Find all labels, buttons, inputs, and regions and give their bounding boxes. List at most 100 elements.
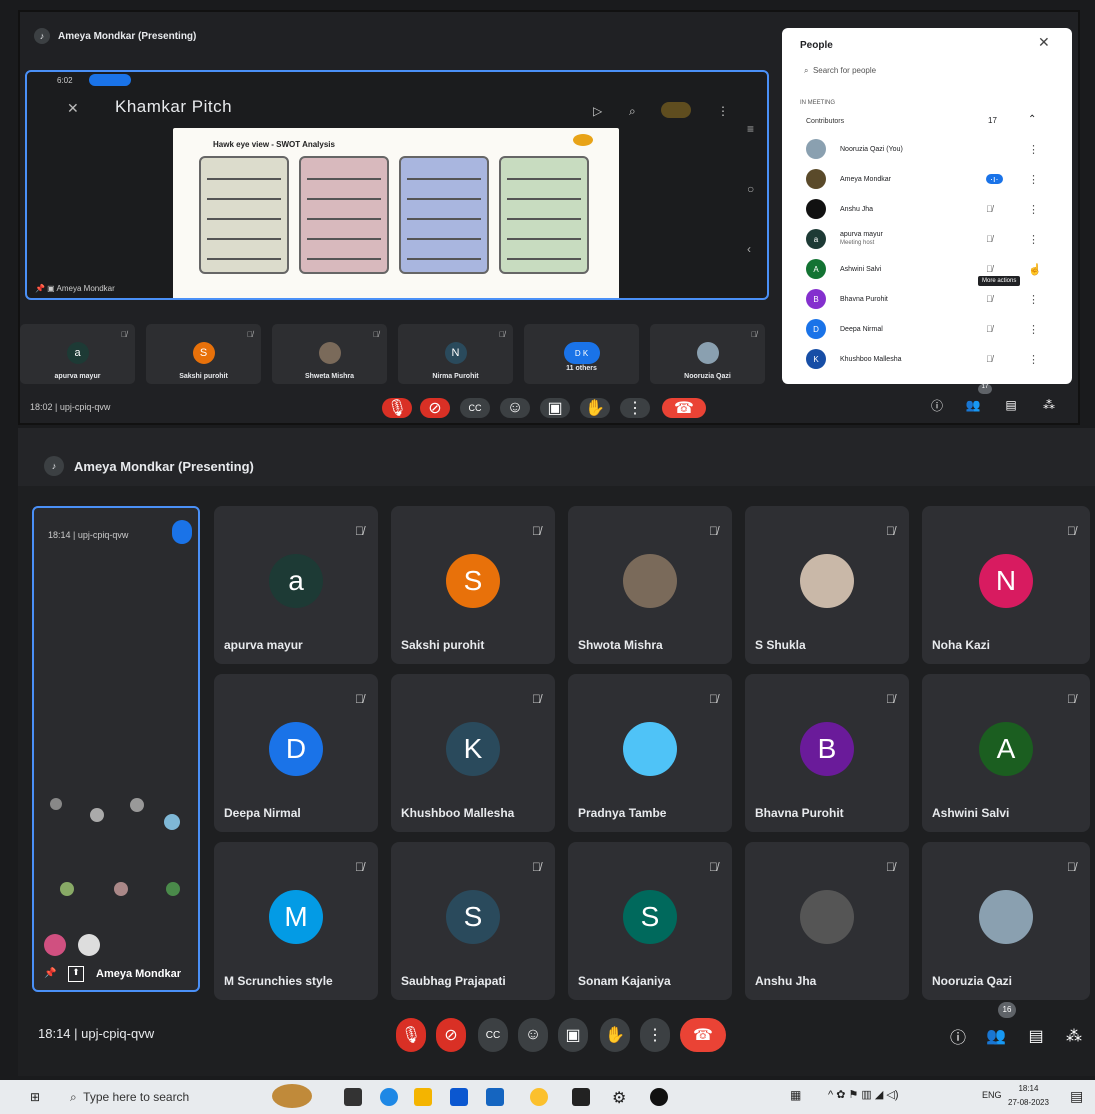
participant-tile[interactable]: 🎙̸ S Sonam Kajaniya: [568, 842, 732, 1000]
clock[interactable]: 18:14 27-08-2023: [1008, 1082, 1049, 1110]
participant-tile[interactable]: 🎙̸ S Shukla: [745, 506, 909, 664]
app-icon[interactable]: [650, 1088, 668, 1106]
chrome-icon[interactable]: [530, 1088, 548, 1106]
pin-icon[interactable]: 📌: [44, 968, 56, 979]
participant-tile[interactable]: 🎙̸ Nooruzia Qazi: [922, 842, 1090, 1000]
more-vert-icon[interactable]: ⋮: [1028, 353, 1039, 366]
emoji-button[interactable]: ☺: [500, 398, 530, 418]
participant-tile[interactable]: 🎙̸ Shwota Mishra: [568, 506, 732, 664]
edge-icon[interactable]: [380, 1088, 398, 1106]
mic-off-button[interactable]: 🎙: [396, 1018, 426, 1052]
people-icon[interactable]: 👥: [984, 1024, 1008, 1048]
others-tile[interactable]: D K 11 others: [524, 324, 639, 384]
present-button[interactable]: ▣: [558, 1018, 588, 1052]
people-row[interactable]: a apurva mayur Meeting host 🎙̸ ⋮: [806, 228, 1056, 250]
participant-tile[interactable]: 🎙̸ Anshu Jha: [745, 842, 909, 1000]
chat-icon[interactable]: ▤: [1024, 1024, 1048, 1048]
add-person-icon[interactable]: [661, 102, 691, 118]
menu-icon[interactable]: ≡: [747, 122, 754, 136]
people-row[interactable]: D Deepa Nirmal 🎙̸ ⋮: [806, 318, 1056, 340]
participant-tile[interactable]: 🎙̸ Shweta Mishra: [272, 324, 387, 384]
raise-hand-button[interactable]: ✋: [580, 398, 610, 418]
people-row[interactable]: Anshu Jha 🎙̸ ⋮: [806, 198, 1056, 220]
participant-name: Nooruzia Qazi: [932, 974, 1013, 988]
more-vert-icon[interactable]: ⋮: [1028, 173, 1039, 186]
present-button[interactable]: ▣: [540, 398, 570, 418]
people-icon[interactable]: 👥: [962, 394, 984, 416]
captions-button[interactable]: CC: [460, 398, 490, 418]
participant-tile[interactable]: 🎙̸ S Sakshi purohit: [391, 506, 555, 664]
search-icon[interactable]: ⌕: [629, 104, 636, 119]
camera-off-button[interactable]: ⊘: [436, 1018, 466, 1052]
sticky-notes-icon[interactable]: [572, 1088, 590, 1106]
chevron-up-icon[interactable]: ⌃: [1028, 114, 1036, 125]
participant-tile[interactable]: 🎙̸ K Khushboo Mallesha: [391, 674, 555, 832]
store-icon[interactable]: [450, 1088, 468, 1106]
participant-tile[interactable]: 🎙̸ Nooruzia Qazi: [650, 324, 765, 384]
more-vert-icon[interactable]: ⋮: [1028, 293, 1039, 306]
chat-icon[interactable]: ▤: [1000, 394, 1022, 416]
participant-tile[interactable]: 🎙̸ Pradnya Tambe: [568, 674, 732, 832]
people-row[interactable]: K Khushboo Mallesha 🎙̸ ⋮: [806, 348, 1056, 370]
participant-tile[interactable]: 🎙̸ M M Scrunchies style: [214, 842, 378, 1000]
slide-title: Hawk eye view - SWOT Analysis: [213, 140, 335, 149]
camera-off-button[interactable]: ⊘: [420, 398, 450, 418]
more-vert-icon[interactable]: ⋮: [1028, 233, 1039, 246]
mail-icon[interactable]: [486, 1088, 504, 1106]
back-icon[interactable]: ‹: [747, 242, 751, 256]
calendar-icon[interactable]: ▦: [790, 1088, 801, 1102]
file-explorer-icon[interactable]: [414, 1088, 432, 1106]
info-icon[interactable]: ⓘ: [926, 394, 948, 416]
task-view-icon[interactable]: [344, 1088, 362, 1106]
saturn-app-icon[interactable]: [272, 1084, 312, 1108]
close-icon[interactable]: ✕: [1038, 34, 1050, 51]
leave-call-button[interactable]: ☎: [680, 1018, 726, 1052]
activities-icon[interactable]: ⁂: [1062, 1024, 1086, 1048]
participant-tile[interactable]: 🎙̸ N Nirma Purohit: [398, 324, 513, 384]
language-indicator[interactable]: ENG: [982, 1090, 1002, 1100]
people-row-name: Anshu Jha: [840, 205, 874, 213]
info-icon[interactable]: ⓘ: [946, 1024, 970, 1048]
more-vert-icon[interactable]: ⋮: [1028, 143, 1039, 156]
participant-tile[interactable]: 🎙̸ N Noha Kazi: [922, 506, 1090, 664]
more-vert-icon[interactable]: ⋮: [717, 104, 729, 118]
more-vert-icon[interactable]: ⋮: [1028, 203, 1039, 216]
tray-icons[interactable]: ^ ✿ ⚑ ▥ ◢ ◁): [828, 1088, 899, 1101]
more-options-button[interactable]: ⋮: [620, 398, 650, 418]
raise-hand-button[interactable]: ✋: [600, 1018, 630, 1052]
close-icon[interactable]: ✕: [67, 100, 79, 117]
captions-button[interactable]: CC: [478, 1018, 508, 1052]
participant-tile[interactable]: 🎙̸ a apurva mayur: [214, 506, 378, 664]
emoji-button[interactable]: ☺: [518, 1018, 548, 1052]
app-icon: [50, 798, 62, 810]
mic-off-button[interactable]: 🎙: [382, 398, 412, 418]
settings-icon[interactable]: ⚙: [612, 1088, 630, 1107]
people-row[interactable]: Nooruzia Qazi (You) ⋮: [806, 138, 1056, 160]
meet-window-bottom: ♪ Ameya Mondkar (Presenting) 18:14 | upj…: [18, 428, 1095, 1076]
people-row[interactable]: B Bhavna Purohit 🎙̸ ⋮: [806, 288, 1056, 310]
avatar-photo: [806, 199, 826, 219]
more-vert-icon[interactable]: ⋮: [1028, 323, 1039, 336]
participant-tile[interactable]: 🎙̸ a apurva mayur: [20, 324, 135, 384]
mic-off-icon: 🎙̸: [886, 524, 895, 538]
activities-icon[interactable]: ⁂: [1038, 394, 1060, 416]
play-icon[interactable]: ▷: [593, 104, 602, 118]
more-options-button[interactable]: ⋮: [640, 1018, 670, 1052]
search-input[interactable]: ⌕ Search for people: [804, 66, 876, 76]
participant-tile[interactable]: 🎙̸ S Sakshi purohit: [146, 324, 261, 384]
more-actions-button[interactable]: ☝: [1028, 263, 1042, 276]
presentation-stage[interactable]: 6:02 ✕ Khamkar Pitch ▷ ⌕ ⋮ ≡ ○ ‹ Hawk ey…: [25, 70, 769, 300]
taskbar-search[interactable]: ⌕ Type here to search: [70, 1090, 189, 1105]
notification-icon[interactable]: ▤: [1070, 1088, 1083, 1105]
people-row[interactable]: Ameya Mondkar ·ı· ⋮: [806, 168, 1056, 190]
shared-screen-tile[interactable]: 18:14 | upj-cpiq-qvw 📌 ⬆ Ameya Mondkar: [32, 506, 200, 992]
participant-tile[interactable]: 🎙̸ S Saubhag Prajapati: [391, 842, 555, 1000]
leave-call-button[interactable]: ☎: [662, 398, 706, 418]
participant-tile[interactable]: 🎙̸ A Ashwini Salvi: [922, 674, 1090, 832]
windows-start-icon[interactable]: ⊞: [30, 1090, 40, 1104]
avatar-photo: [696, 342, 719, 364]
presenter-title: Ameya Mondkar (Presenting): [74, 458, 254, 474]
participant-tile[interactable]: 🎙̸ B Bhavna Purohit: [745, 674, 909, 832]
home-circle-icon[interactable]: ○: [747, 182, 754, 196]
participant-tile[interactable]: 🎙̸ D Deepa Nirmal: [214, 674, 378, 832]
